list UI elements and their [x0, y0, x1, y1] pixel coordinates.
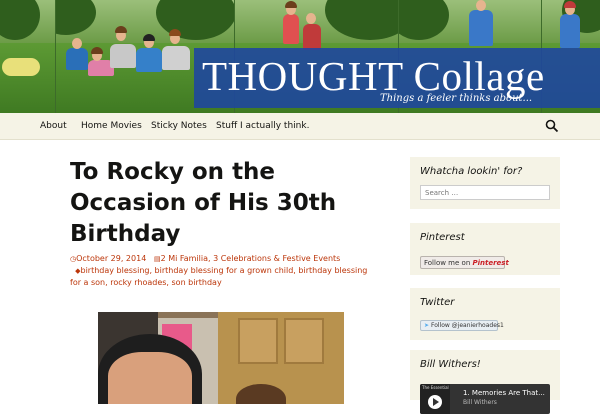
music-widget: Bill Withers! The Essential 1. Memories …: [410, 350, 560, 414]
track-artist: Bill Withers: [463, 399, 497, 406]
music-widget-title: Bill Withers!: [420, 359, 481, 370]
track-title[interactable]: 1. Memories Are That...: [463, 389, 545, 397]
music-player: The Essential 1. Memories Are That... Bi…: [420, 384, 550, 414]
twitter-widget: Twitter ➤ Follow @jeanierhoades1: [410, 288, 560, 340]
pinterest-follow-button[interactable]: Follow me on Pinterest: [420, 256, 509, 269]
pinterest-logo: Pinterest: [472, 259, 509, 267]
album-label: The Essential: [422, 385, 449, 390]
pinterest-button-label: Follow me on: [424, 259, 471, 267]
twitter-bird-icon: ➤: [424, 322, 430, 329]
post-featured-image: [98, 312, 344, 404]
twitter-follow-button[interactable]: ➤ Follow @jeanierhoades1: [420, 320, 504, 331]
post-tags[interactable]: birthday blessing, birthday blessing for…: [70, 266, 367, 287]
site-title-box[interactable]: THOUGHT Collage Things a feeler thinks a…: [194, 48, 600, 108]
search-widget-title: Whatcha lookin' for?: [420, 166, 523, 177]
search-widget: Whatcha lookin' for?: [410, 157, 560, 209]
banner-photo-1: [0, 0, 55, 113]
post-date[interactable]: October 29, 2014: [76, 254, 146, 263]
nav-item-sticky-notes[interactable]: Sticky Notes: [151, 121, 207, 131]
main-navigation: About Home Movies Sticky Notes Stuff I a…: [0, 113, 600, 140]
nav-item-about[interactable]: About: [40, 121, 67, 131]
post-categories[interactable]: 2 Mi Familia, 3 Celebrations & Festive E…: [161, 254, 341, 263]
entry-meta: ◷October 29, 2014 ▤2 Mi Familia, 3 Celeb…: [70, 253, 375, 288]
folder-icon: ▤: [153, 255, 161, 263]
nav-item-stuff-i-actually-think[interactable]: Stuff I actually think.: [216, 121, 309, 131]
search-input[interactable]: [420, 185, 550, 200]
pinterest-widget: Pinterest Follow me on Pinterest: [410, 223, 560, 275]
pinterest-widget-title: Pinterest: [420, 232, 465, 243]
twitter-widget-title: Twitter: [420, 297, 455, 308]
twitter-button-label: Follow @jeanierhoades1: [430, 322, 504, 329]
site-tagline: Things a feeler thinks about...: [380, 93, 533, 104]
nav-item-home-movies[interactable]: Home Movies: [81, 121, 142, 131]
search-icon[interactable]: [545, 119, 559, 133]
play-button-icon[interactable]: [428, 395, 442, 409]
header-banner[interactable]: THOUGHT Collage Things a feeler thinks a…: [0, 0, 600, 113]
post-title[interactable]: To Rocky on the Occasion of His 30th Bir…: [70, 157, 350, 250]
